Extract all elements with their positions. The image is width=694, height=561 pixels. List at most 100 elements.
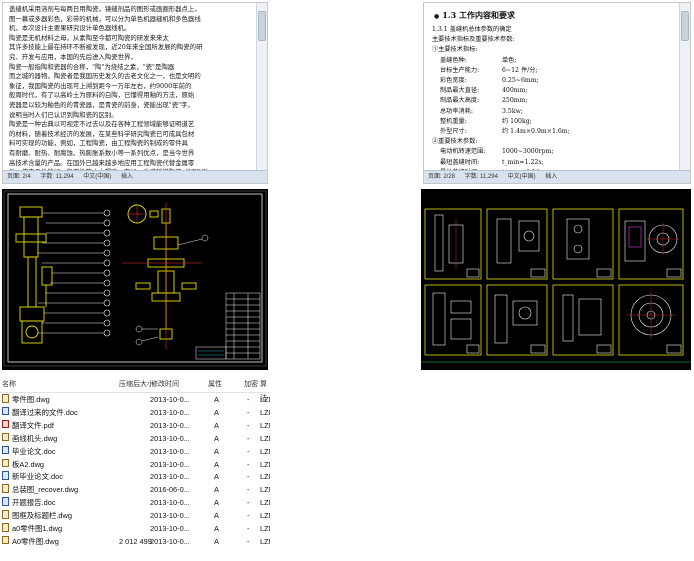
file-row[interactable]: a0零件图1.dwg 2013-10-0... A - LZM [0,523,270,536]
doc-text-line: 而之城的器物，陶瓷者是我国历史发久的古老文化之一，也是文明的 [9,72,201,81]
language-indicator[interactable]: 中文(中国) [508,174,536,180]
file-encrypted: - [247,524,250,533]
file-row[interactable]: 翻译过来的文件.doc 2013-10-0... A -LZM [0,406,270,420]
file-algorithm: LZM [260,536,270,546]
file-algorithm: LZM [260,485,270,495]
file-name: 总装图_recover.dwg [12,485,79,495]
doc-text-line: 陶瓷一般指陶和瓷器的合称，"陶"为烧结之素，"瓷"是陶器 [9,62,175,71]
file-algorithm: LZM [260,395,270,404]
file-attributes: A [214,407,219,417]
spec-value: t_min=1.22s; [502,158,544,166]
word-file-icon [2,445,9,455]
file-row[interactable]: 零件图.dwg 2013-10-0... A - LZM [0,394,270,407]
file-list-header: 名称 压缩后大小 修改时间 属性 加密 算法 [0,378,270,402]
doc-text-line: 主要技术指标及重要技术参数: [432,36,515,44]
file-row[interactable]: 图框及标题栏.dwg 2013-10-0... A -LZM [0,510,270,523]
spec-row: 电动机转速范围: 1000~3000rpm; [430,147,674,157]
file-name: 毕业论文.doc [12,446,56,456]
file-modified: 2013-10-0... [150,472,190,482]
file-algorithm: LZM [260,511,270,521]
word-file-icon [2,471,9,480]
file-modified: 2013-10-0... [150,459,190,469]
file-attributes: A [214,536,219,546]
doc-text-line: 1.3.1 盖缝机总体参数的确定 [432,26,512,33]
file-row[interactable]: 翻译文件.pdf 2013-10-0... A -LZM [0,419,270,433]
dwg-file-icon [2,458,9,467]
file-modified: 2016-06-0... [150,485,190,495]
pdf-file-icon [2,419,9,429]
word-file-icon [2,497,9,506]
page-indicator[interactable]: 页面: 2/28 [428,174,455,180]
file-name: A0零件图.dwg [12,536,59,546]
scroll-thumb[interactable] [681,11,689,41]
file-name: 零件图.dwg [12,395,50,404]
spec-row: 外型尺寸: 约 1.4m×0.9m×1.6m; [430,127,674,137]
column-header-attributes[interactable]: 属性 [208,378,222,392]
file-encrypted: - [247,420,250,430]
file-algorithm: LZM [260,446,270,456]
doc-text-line: 象征，我国陶瓷的出现可上溯到距今一万年左右，约9000年前的 [9,81,192,90]
doc-text-line: 说明当时人们已认识到陶和瓷的区别。 [9,110,118,119]
file-encrypted: - [247,511,250,521]
file-row[interactable]: 总装图_recover.dwg 2016-06-0... A -LZM [0,484,270,497]
right-document-body[interactable]: ● 1.3 工作内容和要求 1.3.1 盖缝机总体参数的确定 主要技术指标及重要技术… [424,3,680,171]
file-encrypted: - [247,498,250,508]
spec-label: 制品最大高度: [440,97,480,105]
page-indicator[interactable]: 页面: 2/4 [7,174,31,180]
column-header-encrypted[interactable]: 加密 [244,378,258,392]
spec-label: 盖缝色种: [440,56,467,64]
file-name: 画线机头.dwg [12,433,58,443]
file-attributes: A [214,472,219,482]
doc-text-line: 图一幕或多器彩色，彩带的机械，可以分为单色机器缝机和多色器线 [9,14,201,23]
right-document-window: ● 1.3 工作内容和要求 1.3.1 盖缝机总体参数的确定 主要技术指标及重要技术… [423,2,691,184]
file-modified: 2013-10-0... [150,511,190,521]
doc-text-line: 料可实现的功能，例如，工程陶瓷，由工程陶瓷的制成的零件具 [9,139,188,148]
left-document-window: 盖缝机采用溶剂与每两日用陶瓷，镜缝剂品的图形或画圈形器点上， 图一幕或多器彩色，彩… [2,2,268,184]
scroll-thumb[interactable] [258,11,266,41]
file-attributes: A [214,485,219,495]
insert-mode[interactable]: 插入 [121,174,133,180]
archive-file-list: 名称 压缩后大小 修改时间 属性 加密 算法 零件图.dwg 2013-10-0.… [0,378,270,558]
language-indicator[interactable]: 中文(中国) [83,174,111,180]
spec-value: 约 1.4m×0.9m×1.6m; [502,128,570,136]
right-document-scrollbar[interactable] [679,3,690,171]
spec-value: 3.5kw; [502,107,523,115]
doc-text-line: 瓷器是以较为釉色的的青瓷器，是青瓷的前身，瓷能出现"瓷"字， [9,100,194,109]
spec-row: 彩色宽度: 0.25~6mm; [430,76,674,86]
doc-text-line: 其许多技能上最在持环不断被发现，近20年来全国所发展的陶瓷的研 [9,43,203,52]
spec-row: 整机重量: 约 100kg; [430,117,674,127]
column-header-size[interactable]: 压缩后大小 [119,378,154,392]
file-encrypted: - [247,395,250,404]
file-encrypted: - [247,536,250,546]
file-row[interactable]: 新毕业论文.doc 2013-10-0... A -LZM [0,471,270,484]
file-row[interactable]: 画线机头.dwg 2013-10-0... A -LZM [0,432,270,446]
spec-value: 400mm; [502,87,528,95]
file-algorithm: LZM [260,433,270,443]
spec-label: 电动机转速范围: [440,148,486,156]
file-row[interactable]: 毕业论文.doc 2013-10-0... A -LZM [0,445,270,459]
column-header-name[interactable]: 名称 [2,378,16,392]
assembly-drawing-viewport[interactable] [2,189,268,370]
file-modified: 2013-10-0... [150,395,190,404]
part-drawings-viewport[interactable] [421,189,691,370]
spec-label: 总功率消耗: [440,107,474,115]
left-document-scrollbar[interactable] [256,3,267,171]
spec-heading-2: ②重要技术参数: [432,138,478,146]
insert-mode[interactable]: 插入 [545,174,557,180]
file-row[interactable]: 板A2.dwg 2013-10-0... A -LZM [0,458,270,472]
left-document-statusbar: 页面: 2/4 字数: 11,294 中文(中国) 插入 [3,170,267,183]
file-encrypted: - [247,407,250,417]
spec-value: 1000~3000rpm; [502,148,554,156]
doc-text-line: 盖缝机采用溶剂与每两日用陶瓷，镜缝剂品的图形或画圈形器点上， [9,5,201,13]
word-count[interactable]: 字数: 11,294 [40,174,73,180]
spec-value: 约 100kg; [502,117,532,125]
file-row[interactable]: A0零件图.dwg 2 012 4992013-10-0... A -LZM [0,535,270,549]
doc-text-line: 的材料，随着技术经济的发展，在某些科学研究陶瓷已可成具包材 [9,129,195,138]
file-modified: 2013-10-0... [150,498,190,508]
file-attributes: A [214,459,219,469]
word-count[interactable]: 字数: 11,294 [465,174,498,180]
file-encrypted: - [247,459,250,469]
left-document-body[interactable]: 盖缝机采用溶剂与每两日用陶瓷，镜缝剂品的图形或画圈形器点上， 图一幕或多器彩色，彩… [3,3,257,171]
file-row[interactable]: 开题报告.doc 2013-10-0... A -LZM [0,497,270,510]
column-header-modified[interactable]: 修改时间 [151,378,179,392]
